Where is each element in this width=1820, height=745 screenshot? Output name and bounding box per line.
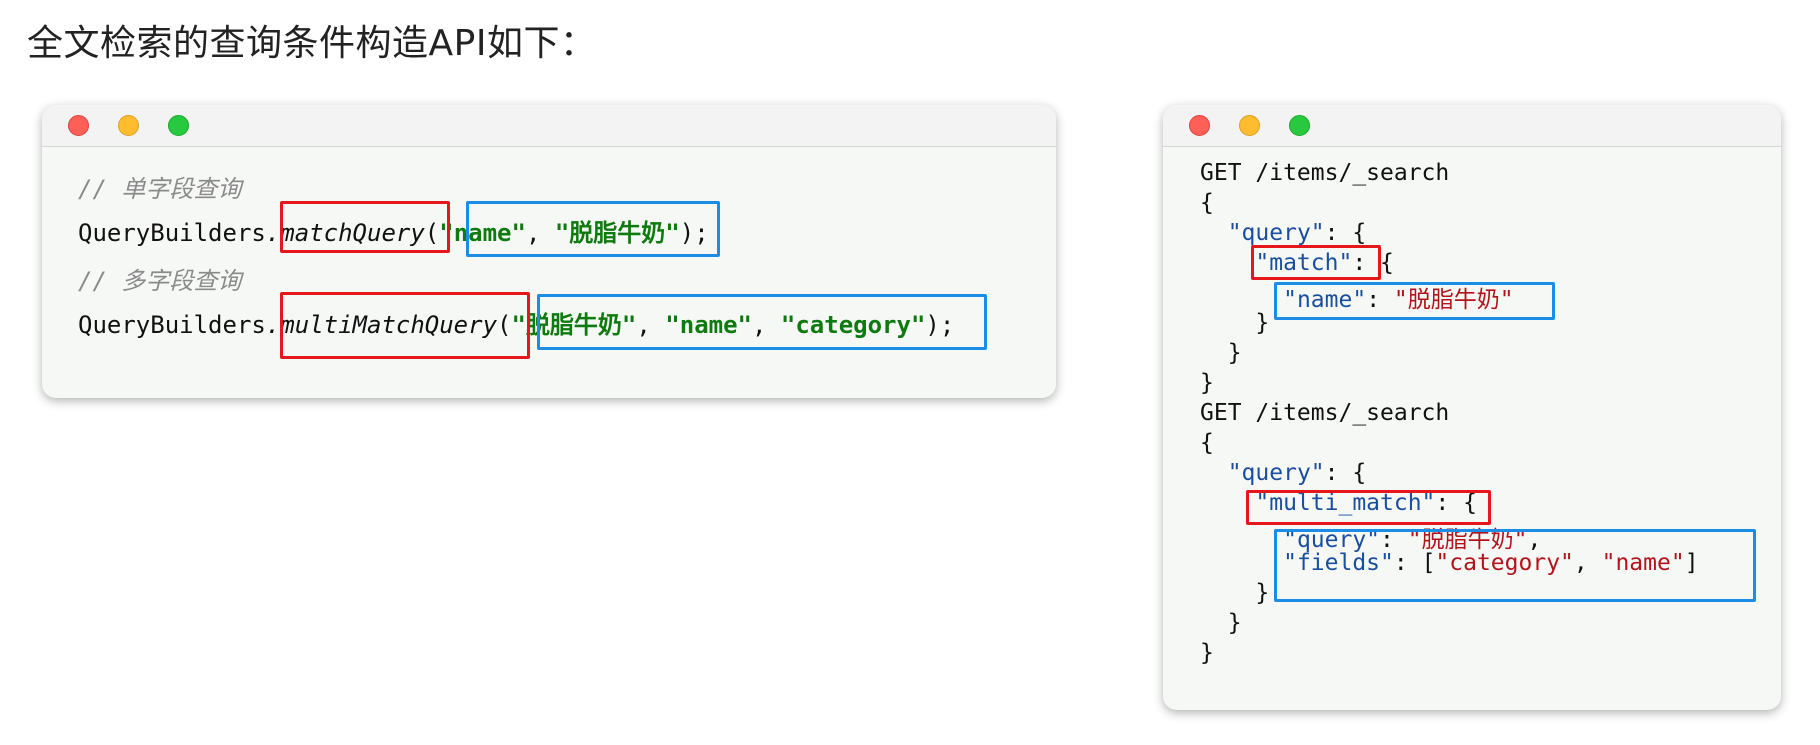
code-class-name: QueryBuilders: [78, 311, 266, 339]
minimize-window-icon[interactable]: [118, 115, 139, 136]
java-code-block: // 单字段查询 QueryBuilders.matchQuery("name"…: [78, 169, 954, 339]
highlight-match-query-args: [466, 201, 720, 257]
close-window-icon[interactable]: [68, 115, 89, 136]
dsl-key: "query": [1227, 220, 1325, 246]
dsl-brace: {: [1200, 190, 1214, 216]
dsl-query-line: "query": {: [1227, 460, 1367, 486]
highlight-match-body: [1274, 282, 1555, 320]
dsl-brace: }: [1227, 610, 1242, 636]
window-titlebar: [42, 105, 1056, 147]
code-comment-multi-field: // 多字段查询: [78, 267, 242, 295]
close-window-icon[interactable]: [1189, 115, 1210, 136]
dsl-request-line: GET /items/_search: [1200, 160, 1450, 186]
code-comment-single-field: // 单字段查询: [78, 175, 242, 203]
highlight-multi-match-body: [1274, 529, 1756, 602]
dsl-brace: }: [1255, 580, 1270, 606]
dsl-brace: }: [1200, 370, 1214, 396]
maximize-window-icon[interactable]: [168, 115, 189, 136]
code-class-name: QueryBuilders: [78, 219, 266, 247]
dsl-key: "query": [1227, 460, 1325, 486]
java-code-window: // 单字段查询 QueryBuilders.matchQuery("name"…: [42, 105, 1056, 398]
highlight-match-key: [1251, 245, 1381, 280]
highlight-multi-match-key: [1246, 490, 1491, 525]
minimize-window-icon[interactable]: [1239, 115, 1260, 136]
dsl-code-window: GET /items/_search { "query": { "match":…: [1163, 105, 1781, 710]
dsl-brace: }: [1200, 640, 1214, 666]
dsl-brace: {: [1200, 430, 1214, 456]
dsl-query-line: "query": {: [1227, 220, 1367, 246]
highlight-match-query-method: [280, 201, 450, 253]
highlight-multi-match-query-args: [537, 294, 987, 350]
dsl-brace: }: [1227, 340, 1242, 366]
maximize-window-icon[interactable]: [1289, 115, 1310, 136]
window-titlebar: [1163, 105, 1781, 147]
dsl-code-block: GET /items/_search { "query": { "match":…: [1200, 160, 1699, 666]
dsl-brace: }: [1255, 310, 1270, 336]
page-heading: 全文检索的查询条件构造API如下：: [27, 23, 597, 64]
dsl-request-line: GET /items/_search: [1200, 400, 1450, 426]
highlight-multi-match-query-method: [280, 292, 530, 359]
